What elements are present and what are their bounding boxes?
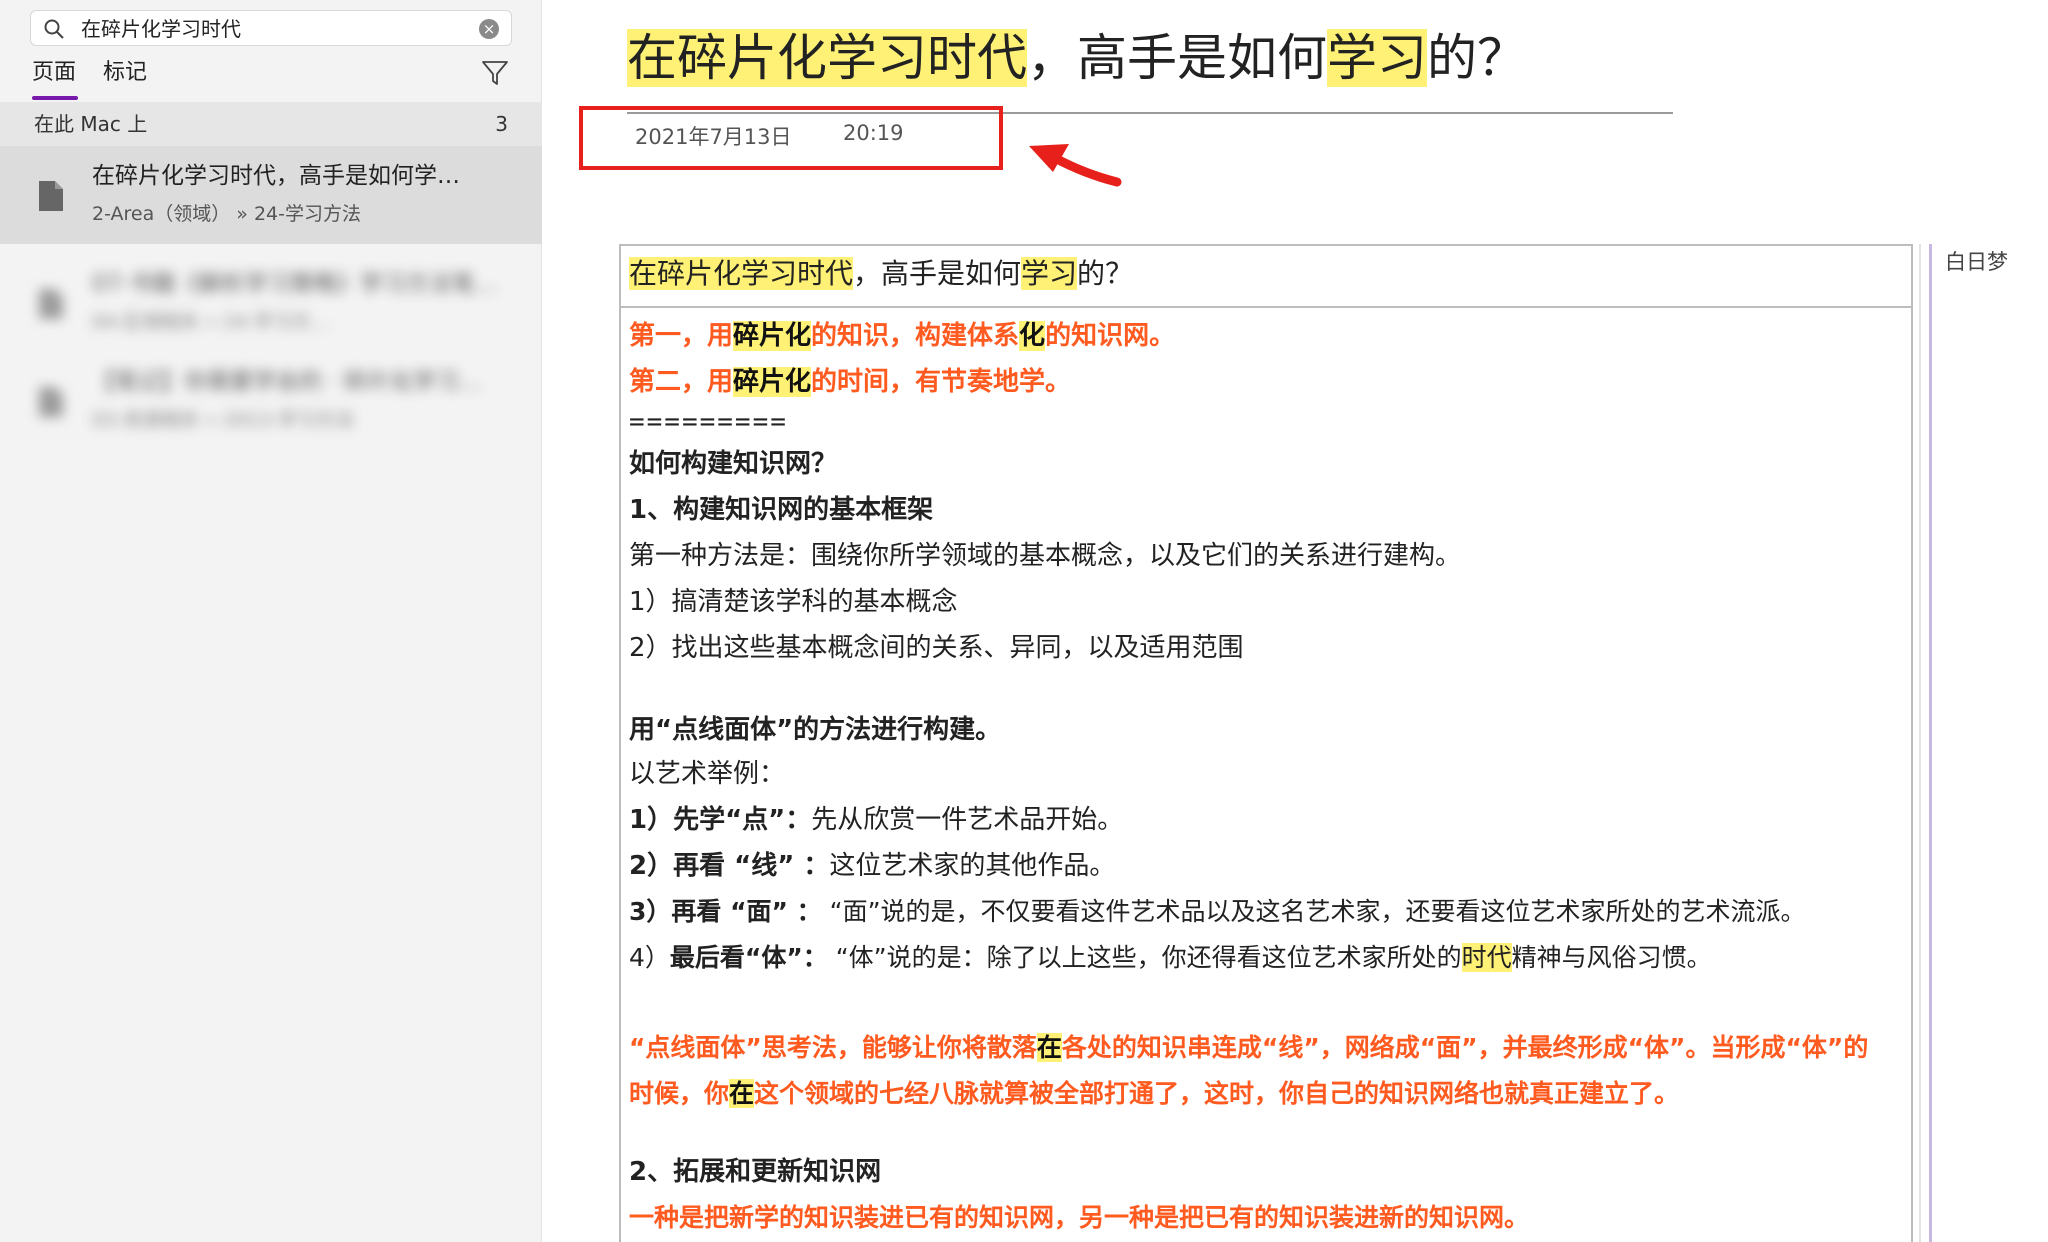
result-path: 2-Area（领域） » 24-学习方法 (92, 203, 361, 225)
side-tag-bar (1929, 244, 1932, 1242)
page-icon (39, 387, 63, 417)
result-path: 04-区域相关 » 24-学习方… (92, 311, 330, 333)
note-title-highlight: 在碎片化学习时代 (629, 257, 854, 290)
note-heading: 2、拓展和更新知识网 (629, 1157, 882, 1187)
clear-search-icon[interactable]: × (479, 19, 499, 39)
note-line: 1）搞清楚该学科的基本概念 (629, 587, 958, 617)
note-title: 在碎片化学习时代，高手是如何学习的？ (629, 254, 1133, 294)
result-title: 07-书籍《解析学习策略》学习方法笔… (92, 271, 498, 297)
title-text: ，高手是如何 (1027, 29, 1327, 87)
note-line: 第二，用碎片化的时间，有节奏地学。 (629, 367, 1072, 397)
title-text: 的？ (1427, 29, 1527, 87)
section-label: 在此 Mac 上 (34, 112, 148, 136)
search-result-item[interactable]: 【笔记】你需要学会的 · 碎片化学习… 03-资源相关 » 2013-学习方法 (0, 352, 542, 450)
note-heading: 如何构建知识网？ (629, 449, 838, 479)
note-line: “点线面体”思考法，能够让你将散落在各处的知识串连成“线”，网络成“面”，并最终… (629, 1033, 1869, 1062)
sidebar-tabs: 页面 标记 (30, 58, 512, 100)
note-title-text: 的？ (1077, 257, 1134, 290)
note-line: 3）再看 “面” ： “面”说的是，不仅要看这件艺术品以及这名艺术家，还要看这位… (629, 897, 1806, 926)
result-title: 【笔记】你需要学会的 · 碎片化学习… (92, 369, 482, 395)
tab-tags-label: 标记 (103, 60, 148, 85)
search-input[interactable]: 在碎片化学习时代 (81, 17, 241, 41)
note-title-row: 在碎片化学习时代，高手是如何学习的？ (621, 246, 1911, 308)
note-line: 1）先学“点”：先从欣赏一件艺术品开始。 (629, 805, 1124, 835)
note-line: 时候，你在这个领域的七经八脉就算被全部打通了，这时，你自己的知识网络也就真正建立… (629, 1079, 1680, 1108)
tab-tags[interactable]: 标记 (103, 58, 147, 88)
annotation-arrow-icon (1029, 144, 1122, 187)
note-container[interactable]: 在碎片化学习时代，高手是如何学习的？ 第一，用碎片化的知识，构建体系化的知识网。… (619, 244, 1913, 1242)
tab-pages[interactable]: 页面 (32, 58, 78, 100)
page-title[interactable]: 在碎片化学习时代，高手是如何学习的？ (627, 22, 1527, 94)
annotation-box (579, 106, 1003, 170)
search-icon (44, 19, 64, 39)
side-tag: 白日梦 (1945, 250, 2008, 274)
note-line: 4）最后看“体”： “体”说的是：除了以上这些，你还得看这位艺术家所处的时代精神… (629, 943, 1712, 972)
page-canvas: 在碎片化学习时代，高手是如何学习的？ 2021年7月13日 20:19 在碎片化… (543, 0, 2048, 1242)
search-box[interactable]: 在碎片化学习时代 × (30, 10, 512, 46)
note-heading: 用“点线面体”的方法进行构建。 (629, 715, 1002, 745)
section-header[interactable]: 在此 Mac 上 3 (0, 102, 542, 146)
note-line: 2）找出这些基本概念间的关系、异同，以及适用范围 (629, 633, 1244, 663)
note-title-highlight: 学习 (1021, 257, 1078, 290)
note-heading: 1、构建知识网的基本框架 (629, 495, 934, 525)
note-line: 以艺术举例： (629, 759, 786, 789)
filter-icon[interactable] (480, 58, 510, 88)
note-line: ========= (629, 407, 788, 437)
title-highlight: 学习 (1327, 29, 1427, 87)
page-icon (39, 289, 63, 319)
search-result-item[interactable]: 07-书籍《解析学习策略》学习方法笔… 04-区域相关 » 24-学习方… (0, 254, 542, 352)
note-title-text: ，高手是如何 (853, 257, 1022, 290)
note-edge (1919, 244, 1921, 1242)
note-line: 第一种方法是：围绕你所学领域的基本概念，以及它们的关系进行建构。 (629, 541, 1462, 571)
tab-pages-label: 页面 (32, 60, 77, 85)
search-result-item[interactable]: 在碎片化学习时代，高手是如何学… 2-Area（领域） » 24-学习方法 (0, 146, 542, 244)
note-line: 第一，用碎片化的知识，构建体系化的知识网。 (629, 321, 1176, 351)
section-count: 3 (495, 112, 508, 136)
note-line: 2）再看 “线” ：这位艺术家的其他作品。 (629, 851, 1116, 881)
active-tab-indicator (32, 96, 78, 100)
result-title: 在碎片化学习时代，高手是如何学… (92, 163, 460, 189)
sidebar: 在碎片化学习时代 × 页面 标记 在此 Mac 上 3 在碎片化学习时代，高手是… (0, 0, 542, 1242)
page-icon (39, 181, 63, 211)
result-path: 03-资源相关 » 2013-学习方法 (92, 409, 354, 431)
note-line: 一种是把新学的知识装进已有的知识网，另一种是把已有的知识装进新的知识网。 (629, 1203, 1530, 1232)
title-highlight: 在碎片化学习时代 (627, 29, 1027, 87)
